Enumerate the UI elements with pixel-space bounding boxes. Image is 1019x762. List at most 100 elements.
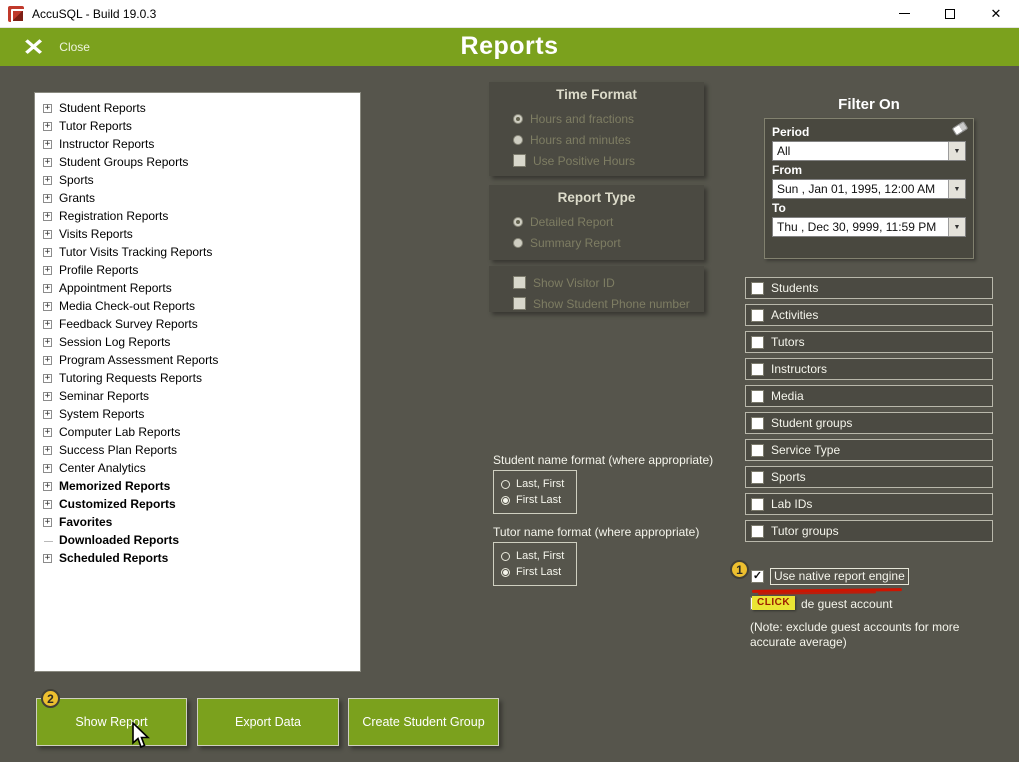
tree-item[interactable]: + Student Groups Reports [40, 153, 360, 171]
minimize-button[interactable] [881, 0, 927, 27]
show-report-button[interactable]: Show Report [36, 698, 187, 746]
checkbox-icon[interactable] [751, 443, 764, 457]
export-data-button[interactable]: Export Data [197, 698, 339, 746]
checkbox-show-visitor-id[interactable]: Show Visitor ID [489, 272, 704, 293]
checkbox-icon[interactable] [751, 362, 764, 376]
tree-item[interactable]: + Success Plan Reports [40, 441, 360, 459]
app-window: AccuSQL - Build 19.0.3 ✕ ✕ Close Reports… [0, 0, 1019, 762]
checkbox-native-report-engine[interactable]: ✓ Use native report engine [751, 568, 909, 585]
tree-item[interactable]: Downloaded Reports [40, 531, 360, 549]
maximize-button[interactable] [927, 0, 973, 27]
checkbox-exclude-guest[interactable]: CLICK de guest account [750, 595, 990, 613]
expand-plus-icon[interactable]: + [43, 157, 52, 167]
chevron-down-icon[interactable]: ▼ [948, 180, 965, 198]
radio-icon [513, 216, 523, 227]
filter-category-row[interactable]: Service Type [745, 439, 993, 461]
checkbox-icon[interactable] [751, 497, 764, 511]
checkbox-icon[interactable] [751, 308, 764, 322]
tree-item[interactable]: + Sports [40, 171, 360, 189]
expand-plus-icon[interactable]: + [43, 139, 52, 149]
filter-category-row[interactable]: Media [745, 385, 993, 407]
filter-category-row[interactable]: Tutors [745, 331, 993, 353]
tree-item[interactable]: + Memorized Reports [40, 477, 360, 495]
radio-hours-minutes[interactable]: Hours and minutes [489, 129, 704, 150]
checkbox-icon[interactable] [751, 416, 764, 430]
window-close-button[interactable]: ✕ [973, 0, 1019, 27]
tree-item[interactable]: + System Reports [40, 405, 360, 423]
tree-item[interactable]: + Appointment Reports [40, 279, 360, 297]
expand-plus-icon[interactable]: + [43, 265, 52, 275]
tree-item[interactable]: + Favorites [40, 513, 360, 531]
expand-plus-icon[interactable]: + [43, 553, 52, 563]
tree-item[interactable]: + Tutor Reports [40, 117, 360, 135]
expand-plus-icon[interactable]: + [43, 175, 52, 185]
expand-plus-icon[interactable]: + [43, 463, 52, 473]
checkbox-positive-hours[interactable]: Use Positive Hours [489, 150, 704, 171]
radio-student-first-last[interactable]: First Last [501, 494, 576, 506]
expand-plus-icon[interactable]: + [43, 193, 52, 203]
radio-detailed-report[interactable]: Detailed Report [489, 211, 704, 232]
tree-item[interactable]: + Session Log Reports [40, 333, 360, 351]
expand-plus-icon[interactable]: + [43, 409, 52, 419]
tree-item[interactable]: + Tutoring Requests Reports [40, 369, 360, 387]
expand-plus-icon[interactable]: + [43, 211, 52, 221]
expand-plus-icon[interactable]: + [43, 517, 52, 527]
expand-plus-icon[interactable]: + [43, 103, 52, 113]
tree-item[interactable]: + Registration Reports [40, 207, 360, 225]
tree-item[interactable]: + Media Check-out Reports [40, 297, 360, 315]
expand-plus-icon[interactable]: + [43, 121, 52, 131]
checkbox-icon[interactable] [751, 389, 764, 403]
expand-plus-icon[interactable]: + [43, 301, 52, 311]
to-date-dropdown[interactable]: Thu , Dec 30, 9999, 11:59 PM ▼ [772, 217, 966, 237]
tree-item[interactable]: + Feedback Survey Reports [40, 315, 360, 333]
filter-category-row[interactable]: Instructors [745, 358, 993, 380]
expand-plus-icon[interactable]: + [43, 391, 52, 401]
expand-plus-icon[interactable]: + [43, 283, 52, 293]
tree-item[interactable]: + Tutor Visits Tracking Reports [40, 243, 360, 261]
tree-item[interactable]: + Program Assessment Reports [40, 351, 360, 369]
radio-hours-fractions[interactable]: Hours and fractions [489, 108, 704, 129]
expand-plus-icon[interactable]: + [43, 427, 52, 437]
filter-category-row[interactable]: Lab IDs [745, 493, 993, 515]
chevron-down-icon[interactable]: ▼ [948, 218, 965, 236]
tree-item[interactable]: + Grants [40, 189, 360, 207]
expand-plus-icon[interactable]: + [43, 373, 52, 383]
tree-item[interactable]: + Visits Reports [40, 225, 360, 243]
chevron-down-icon[interactable]: ▼ [948, 142, 965, 160]
expand-plus-icon[interactable]: + [43, 337, 52, 347]
radio-tutor-last-first[interactable]: Last, First [501, 550, 576, 562]
checkbox-icon[interactable] [751, 524, 764, 538]
expand-plus-icon[interactable]: + [43, 481, 52, 491]
checkbox-icon[interactable] [751, 281, 764, 295]
tree-item[interactable]: + Profile Reports [40, 261, 360, 279]
create-student-group-button[interactable]: Create Student Group [348, 698, 499, 746]
expand-plus-icon[interactable] [43, 536, 53, 545]
expand-plus-icon[interactable]: + [43, 355, 52, 365]
filter-category-row[interactable]: Student groups [745, 412, 993, 434]
tree-item[interactable]: + Seminar Reports [40, 387, 360, 405]
period-dropdown[interactable]: All ▼ [772, 141, 966, 161]
filter-category-row[interactable]: Activities [745, 304, 993, 326]
filter-category-row[interactable]: Tutor groups [745, 520, 993, 542]
filter-category-row[interactable]: Students [745, 277, 993, 299]
tree-item[interactable]: + Customized Reports [40, 495, 360, 513]
tree-item[interactable]: + Student Reports [40, 99, 360, 117]
radio-student-last-first[interactable]: Last, First [501, 478, 576, 490]
tree-item[interactable]: + Computer Lab Reports [40, 423, 360, 441]
expand-plus-icon[interactable]: + [43, 445, 52, 455]
filter-category-row[interactable]: Sports [745, 466, 993, 488]
checkbox-icon[interactable] [751, 470, 764, 484]
checkbox-icon[interactable] [751, 335, 764, 349]
tree-item[interactable]: + Center Analytics [40, 459, 360, 477]
expand-plus-icon[interactable]: + [43, 229, 52, 239]
tree-item[interactable]: + Instructor Reports [40, 135, 360, 153]
tree-item[interactable]: + Scheduled Reports [40, 549, 360, 567]
checked-checkbox-icon[interactable]: ✓ [751, 570, 764, 583]
checkbox-show-phone[interactable]: Show Student Phone number [489, 293, 704, 314]
expand-plus-icon[interactable]: + [43, 247, 52, 257]
from-date-dropdown[interactable]: Sun , Jan 01, 1995, 12:00 AM ▼ [772, 179, 966, 199]
expand-plus-icon[interactable]: + [43, 499, 52, 509]
expand-plus-icon[interactable]: + [43, 319, 52, 329]
radio-summary-report[interactable]: Summary Report [489, 232, 704, 253]
radio-tutor-first-last[interactable]: First Last [501, 566, 576, 578]
